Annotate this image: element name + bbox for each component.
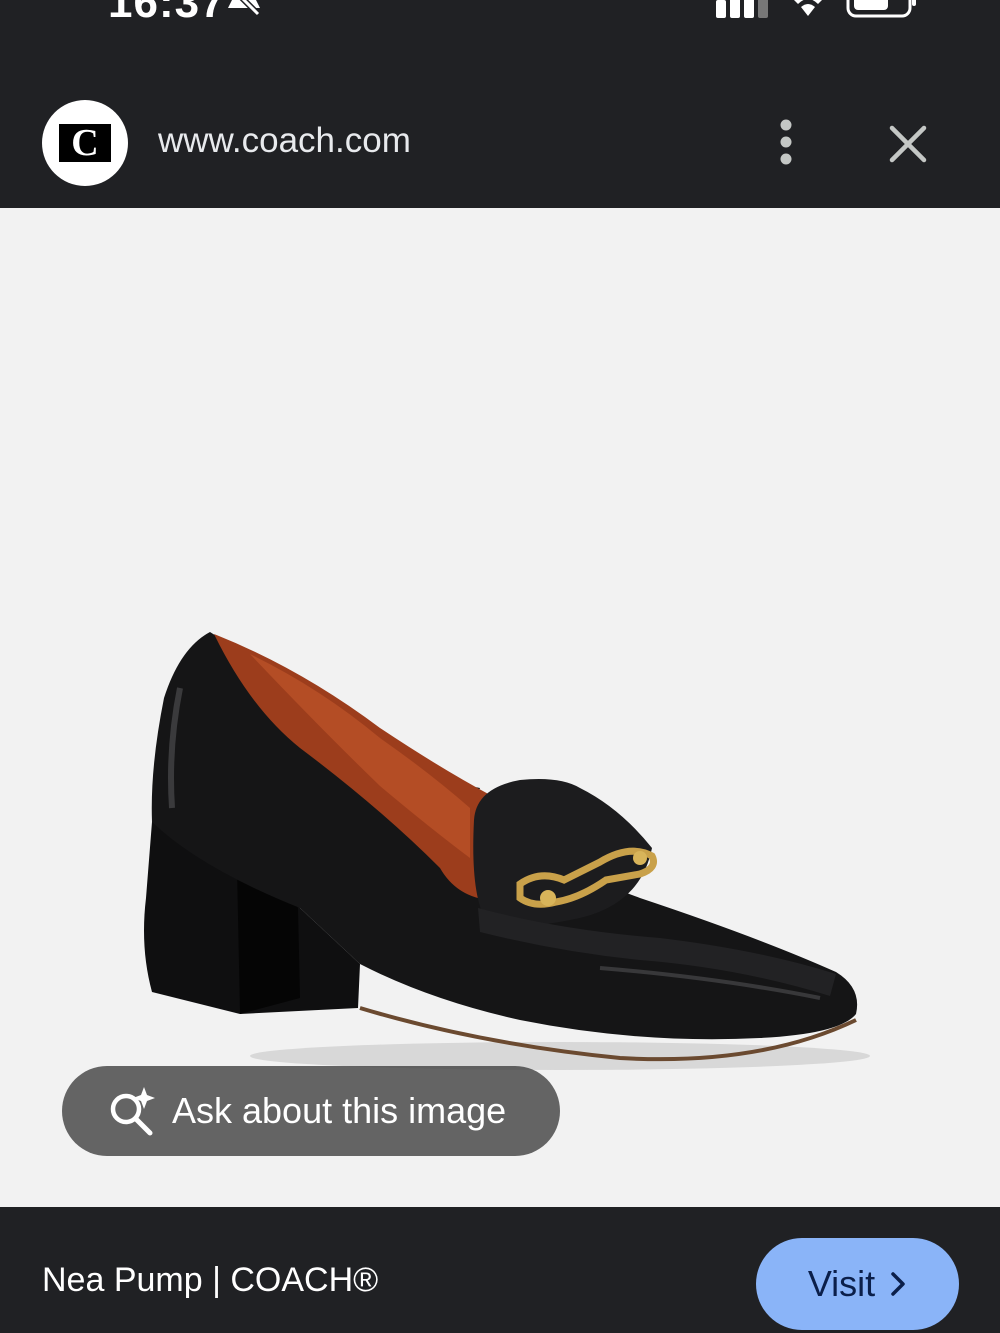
page-title: Nea Pump | COACH® (42, 1261, 379, 1299)
ask-about-image-button[interactable]: Ask about this image (62, 1066, 560, 1156)
status-time: 16:37 (108, 0, 226, 27)
ask-about-image-label: Ask about this image (172, 1090, 507, 1131)
more-vert-icon[interactable] (770, 118, 802, 168)
browser-top-bar: C www.coach.com (0, 60, 1000, 208)
signal-icon (716, 0, 768, 18)
coach-logo: C (59, 124, 111, 162)
visit-button[interactable]: Visit (756, 1238, 959, 1330)
bell-off-icon (228, 0, 261, 17)
battery-icon (846, 0, 916, 18)
chevron-right-icon (891, 1272, 905, 1296)
close-icon[interactable] (884, 120, 932, 168)
product-image[interactable]: Ask about this image (0, 208, 1000, 1207)
site-favicon: C (42, 100, 128, 186)
visit-label: Visit (807, 1263, 876, 1304)
page-url[interactable]: www.coach.com (158, 121, 411, 161)
shoe-illustration (144, 632, 870, 1070)
bottom-bar: Nea Pump | COACH® Visit (0, 1207, 1000, 1333)
lens-sparkle-icon (110, 1087, 155, 1136)
wifi-icon (794, 0, 822, 16)
status-bar: 16:37 (0, 0, 1000, 60)
